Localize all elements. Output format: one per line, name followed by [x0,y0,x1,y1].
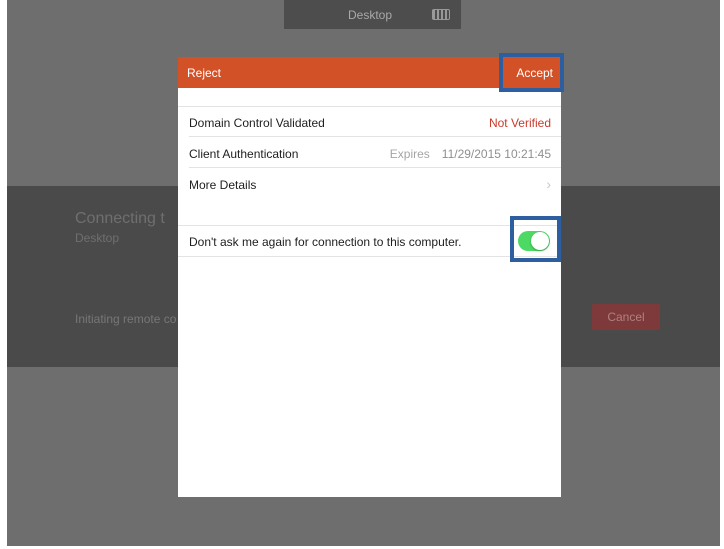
row-divider [189,167,561,168]
toggle-highlight-box [510,216,561,262]
connecting-subtitle: Desktop [75,231,120,245]
section-spacer [178,199,561,226]
cancel-button[interactable]: Cancel [592,304,660,330]
reject-button[interactable]: Reject [187,66,221,80]
verification-status: Not Verified [488,116,551,130]
expires-label: Expires [389,147,430,161]
row-more-details[interactable]: More Details › [178,169,561,199]
topbar-title: Desktop [348,8,393,22]
certificate-dialog: Reject Accept Domain Control Validated N… [178,57,561,497]
toggle-label: Don't ask me again for connection to thi… [189,235,462,249]
top-bar: Desktop [284,0,461,29]
keyboard-icon[interactable] [432,9,450,20]
row-label: Domain Control Validated [189,116,325,130]
expiry-value: Expires 11/29/2015 10:21:45 [390,147,551,161]
row-label: Client Authentication [189,147,299,161]
connecting-title: Connecting t [75,210,165,227]
row-dont-ask-again: Don't ask me again for connection to thi… [178,225,561,257]
row-client-auth: Client Authentication Expires 11/29/2015 … [178,138,561,168]
row-domain-control: Domain Control Validated Not Verified [178,107,561,137]
row-label: More Details [189,178,257,192]
connecting-status: Initiating remote co [75,312,177,326]
expiry-date: 11/29/2015 10:21:45 [441,147,551,161]
accept-highlight-box [499,53,564,92]
chevron-right-icon: › [546,176,551,192]
row-divider [189,136,561,137]
